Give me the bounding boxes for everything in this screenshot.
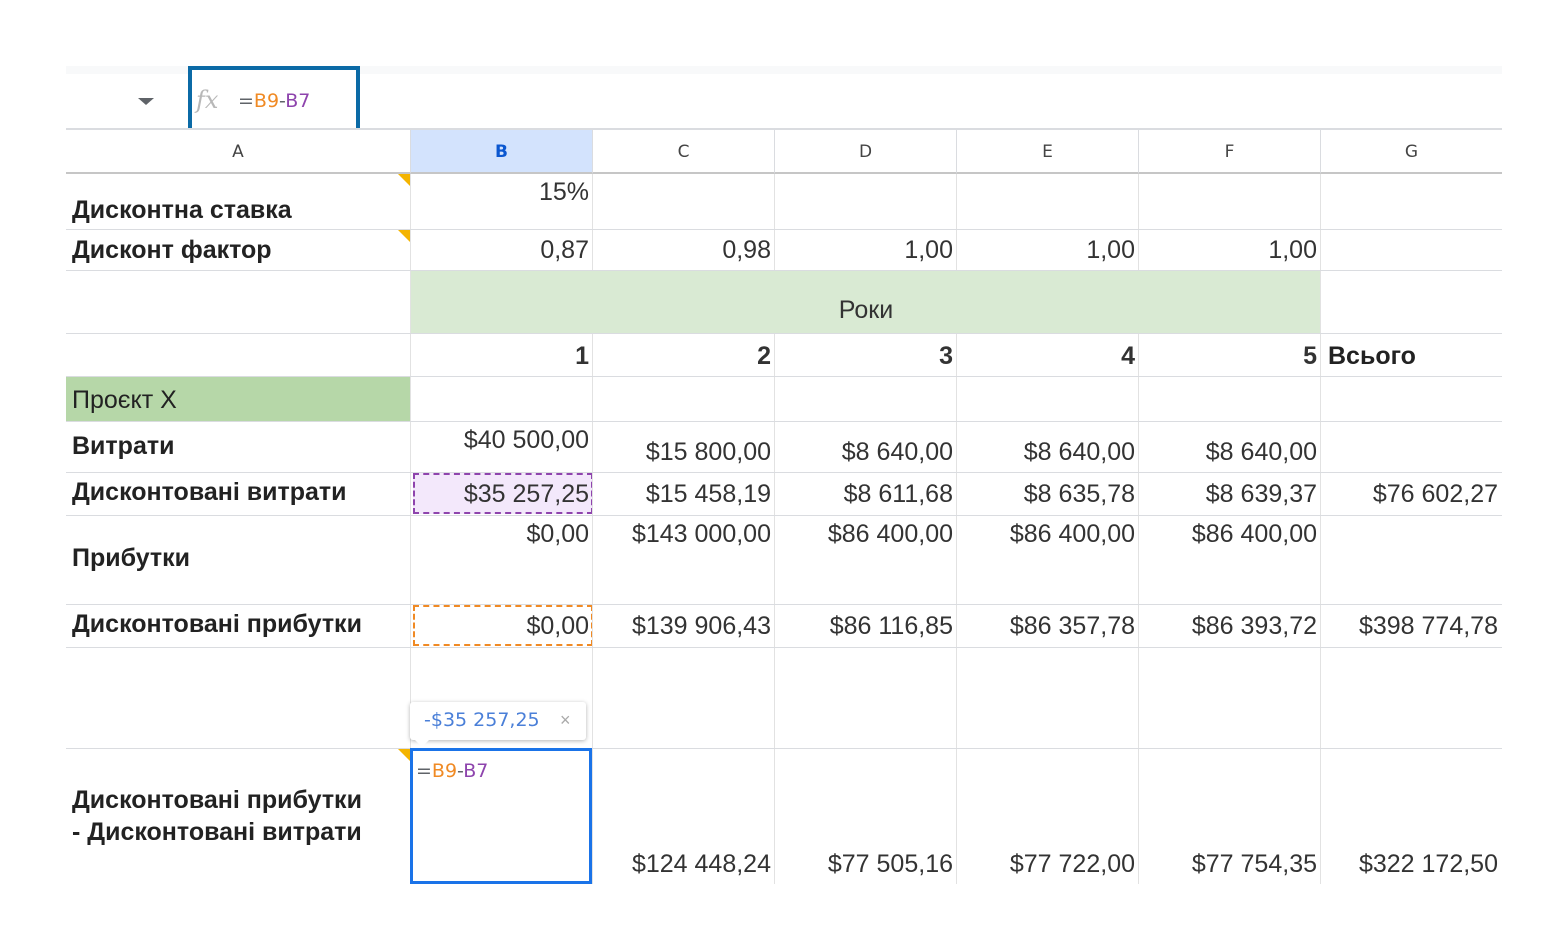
edit-eq: = [416,760,432,782]
grid-line [66,604,1502,605]
row-label-discount-factor[interactable]: Дисконт фактор [72,236,272,265]
edit-ref-b7: B7 [463,760,489,782]
row-label-discount-rate[interactable]: Дисконтна ставка [72,196,292,225]
column-header-e[interactable]: E [957,130,1139,174]
total-header[interactable]: Всього [1328,342,1416,371]
cell-g-net[interactable]: $322 172,50 [1321,850,1498,879]
cell-e-discount-factor[interactable]: 1,00 [957,236,1135,265]
cell-edit-formula[interactable]: =B9-B7 [416,760,488,782]
cell-c-discounted-costs[interactable]: $15 458,19 [593,480,771,509]
row-label-net-line2[interactable]: - Дисконтовані витрати [72,818,362,847]
column-header-f[interactable]: F [1139,130,1321,174]
cell-e-discounted-revenues[interactable]: $86 357,78 [957,612,1135,641]
column-header-a[interactable]: A [66,130,411,174]
comment-indicator-icon[interactable] [398,230,410,242]
cell-e-discounted-costs[interactable]: $8 635,78 [957,480,1135,509]
grid-line [66,229,1502,230]
cell-f-revenues[interactable]: $86 400,00 [1139,520,1317,549]
cell-c-costs[interactable]: $15 800,00 [593,438,771,467]
grid-line [956,333,957,884]
cell-b-discounted-revenues[interactable]: $0,00 [411,612,589,641]
cell-d-revenues[interactable]: $86 400,00 [775,520,953,549]
grid-line [1138,333,1139,884]
cell-b-costs[interactable]: $40 500,00 [411,426,589,455]
project-label: Проєкт X [72,386,177,414]
grid-line [66,748,1502,749]
column-header-d[interactable]: D [775,130,957,174]
cell-d-discounted-revenues[interactable]: $86 116,85 [775,612,953,641]
cell-b-discount-rate[interactable]: 15% [411,178,589,207]
year-number-5[interactable]: 5 [1139,342,1317,371]
cell-b-discounted-costs[interactable]: $35 257,25 [411,480,589,509]
cell-f-discounted-costs[interactable]: $8 639,37 [1139,480,1317,509]
formula-ref-b9: B9 [253,90,280,112]
grid-line [66,333,1502,334]
cell-e-revenues[interactable]: $86 400,00 [957,520,1135,549]
column-header-g[interactable]: G [1321,130,1502,174]
cell-b-discount-factor[interactable]: 0,87 [411,236,589,265]
year-number-4[interactable]: 4 [957,342,1135,371]
cell-d-costs[interactable]: $8 640,00 [775,438,953,467]
column-header-c[interactable]: C [593,130,775,174]
cell-f-discount-factor[interactable]: 1,00 [1139,236,1317,265]
cell-b-revenues[interactable]: $0,00 [411,520,589,549]
cell-d-net[interactable]: $77 505,16 [775,850,953,879]
year-number-2[interactable]: 2 [593,342,771,371]
tooltip-value: -$35 257,25 [424,709,540,731]
cell-c-net[interactable]: $124 448,24 [593,850,771,879]
cell-e-costs[interactable]: $8 640,00 [957,438,1135,467]
cell-f-costs[interactable]: $8 640,00 [1139,438,1317,467]
name-box-dropdown-icon[interactable] [138,98,154,105]
cell-c-revenues[interactable]: $143 000,00 [593,520,771,549]
grid-line [66,515,1502,516]
cell-g-discounted-costs[interactable]: $76 602,27 [1321,480,1498,509]
year-number-1[interactable]: 1 [411,342,589,371]
formula-input[interactable]: =B9-B7 [238,90,310,112]
grid-line [66,472,1502,473]
row-label-revenues[interactable]: Прибутки [72,544,190,573]
cell-f-net[interactable]: $77 754,35 [1139,850,1317,879]
grid-line [774,333,775,884]
column-header-b[interactable]: B [411,130,593,174]
formula-eq: = [238,90,254,112]
edit-ref-b9: B9 [431,760,458,782]
year-number-3[interactable]: 3 [775,342,953,371]
comment-indicator-icon[interactable] [398,174,410,186]
row-label-costs[interactable]: Витрати [72,432,174,461]
grid-line [592,333,593,884]
grid-line [66,421,1502,422]
cell-c-discount-factor[interactable]: 0,98 [593,236,771,265]
cell-d-discounted-costs[interactable]: $8 611,68 [775,480,953,509]
close-icon[interactable]: × [560,710,571,731]
grid-line [1320,174,1321,884]
cell-d-discount-factor[interactable]: 1,00 [775,236,953,265]
years-header-text: Роки [838,296,894,324]
cell-g-discounted-revenues[interactable]: $398 774,78 [1321,612,1498,641]
cell-c-discounted-revenues[interactable]: $139 906,43 [593,612,771,641]
grid-line [66,647,1502,648]
row-label-discounted-revenues[interactable]: Дисконтовані прибутки [72,610,362,639]
row-label-discounted-costs[interactable]: Дисконтовані витрати [72,478,347,507]
row-label-net-line1[interactable]: Дисконтовані прибутки [72,786,362,815]
comment-indicator-icon[interactable] [398,749,410,761]
grid-line [66,270,1502,271]
cell-f-discounted-revenues[interactable]: $86 393,72 [1139,612,1317,641]
grid-line [66,376,1502,377]
fx-icon: fx [196,86,219,114]
tooltip-tail [414,739,430,747]
formula-ref-b7: B7 [285,90,311,112]
cell-e-net[interactable]: $77 722,00 [957,850,1135,879]
